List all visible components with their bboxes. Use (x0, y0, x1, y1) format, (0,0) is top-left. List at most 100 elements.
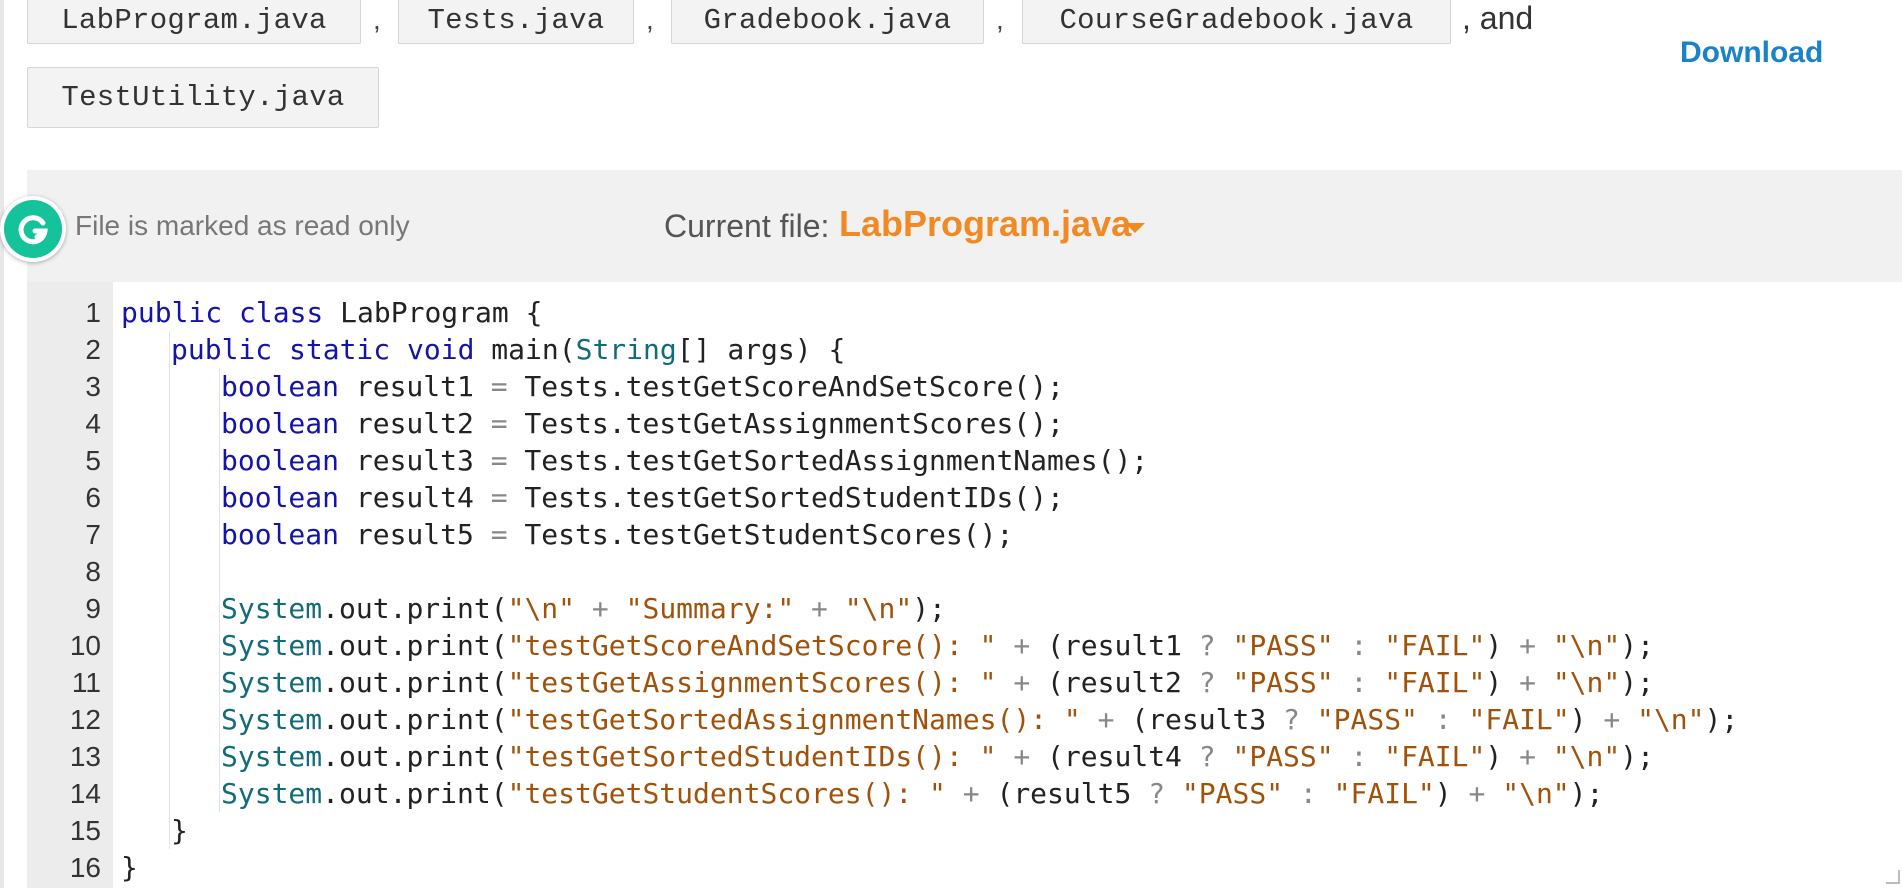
code-token: : (1283, 777, 1334, 810)
code-token: } (171, 814, 188, 847)
code-token: result2 (355, 407, 491, 440)
line-number: 13 (69, 741, 101, 772)
code-line: System.out.print("testGetAssignmentScore… (113, 664, 1902, 701)
code-token: "testGetAssignmentScores(): " (507, 666, 997, 699)
code-token: ) (1569, 703, 1587, 736)
code-token: public class (121, 296, 341, 329)
code-line: System.out.print("testGetSortedAssignmen… (113, 701, 1902, 738)
code-token: = (490, 407, 508, 440)
grammarly-g-glyph (18, 215, 48, 245)
code-token: main( (491, 333, 576, 366)
current-file-label: Current file: (664, 208, 830, 244)
line-number: 9 (85, 593, 101, 624)
file-name: TestUtility.java (61, 81, 345, 114)
indent-guide (169, 516, 170, 553)
code-line: System.out.print("testGetStudentScores()… (113, 775, 1902, 812)
code-token: .out.print( (322, 592, 508, 625)
code-token: System (221, 740, 323, 773)
code-token: ) (1485, 629, 1503, 662)
code-token: System (221, 592, 323, 625)
file-name: CourseGradebook.java (1059, 4, 1414, 37)
code-token: ? (1198, 629, 1216, 662)
file-chip-gradebook: Gradebook.java (671, 0, 984, 44)
code-editor-panel: File is marked as read only Current file… (27, 170, 1902, 888)
download-link[interactable]: Download (1680, 36, 1823, 70)
code-area[interactable]: public class LabProgram {public static v… (113, 282, 1902, 888)
code-text: boolean result4 = Tests.testGetSortedStu… (221, 479, 1064, 516)
line-number: 10 (69, 630, 101, 661)
code-line: System.out.print("\n" + "Summary:" + "\n… (113, 590, 1902, 627)
code-token: (result2 (1047, 666, 1199, 699)
code-token: boolean (221, 481, 356, 514)
indent-guide (219, 701, 220, 738)
indent-guide (219, 516, 220, 553)
line-number: 12 (69, 704, 101, 735)
grammarly-icon[interactable] (0, 196, 66, 262)
indent-guide (219, 775, 220, 812)
code-token: "\n" (1552, 629, 1621, 662)
code-token: boolean (221, 407, 356, 440)
chevron-down-icon[interactable] (1125, 223, 1145, 233)
code-line (113, 553, 1902, 590)
code-token: result1 (355, 370, 491, 403)
code-token: Tests.testGetScoreAndSetScore(); (507, 370, 1064, 403)
code-token: (result3 (1131, 703, 1284, 736)
code-token: "\n" (507, 592, 576, 625)
code-token: ); (912, 592, 946, 625)
indent-guide (169, 701, 170, 738)
code-token: ) (1434, 777, 1452, 810)
code-token: "FAIL" (1384, 666, 1486, 699)
code-line: boolean result4 = Tests.testGetSortedStu… (113, 479, 1902, 516)
code-token: Tests.testGetSortedStudentIDs(); (507, 481, 1064, 514)
code-token: "testGetStudentScores(): " (507, 777, 946, 810)
code-token: ? (1198, 740, 1216, 773)
code-line: boolean result5 = Tests.testGetStudentSc… (113, 516, 1902, 553)
separator: , (996, 4, 1004, 35)
code-token: Tests.testGetSortedAssignmentNames(); (507, 444, 1149, 477)
separator: , (373, 4, 381, 35)
resize-grip-icon[interactable] (1886, 870, 1900, 884)
code-token: + (1080, 703, 1132, 736)
indent-guide (169, 442, 170, 479)
code-token: ) (1485, 740, 1503, 773)
code-token: (result1 (1047, 629, 1199, 662)
code-token: Tests.testGetAssignmentScores(); (507, 407, 1064, 440)
code-token: } (121, 851, 138, 884)
code-token: [] args) { (676, 333, 846, 366)
code-line: boolean result1 = Tests.testGetScoreAndS… (113, 368, 1902, 405)
code-token: = (490, 370, 508, 403)
code-line: public static void main(String[] args) { (113, 331, 1902, 368)
indent-guide (219, 664, 220, 701)
code-token: "FAIL" (1333, 777, 1435, 810)
indent-guide (219, 590, 220, 627)
code-token: ? (1148, 777, 1166, 810)
separator: , (646, 4, 654, 35)
code-token: "testGetScoreAndSetScore(): " (507, 629, 997, 662)
code-token: ); (1620, 666, 1654, 699)
code-token: + (996, 666, 1048, 699)
current-file-dropdown[interactable]: LabProgram.java (839, 203, 1131, 245)
code-token: "\n" (1502, 777, 1570, 810)
code-token: ); (1569, 777, 1604, 810)
code-text: boolean result1 = Tests.testGetScoreAndS… (221, 368, 1064, 405)
indent-guide (219, 405, 220, 442)
indent-guide (169, 590, 170, 627)
code-token: "PASS" (1181, 777, 1284, 810)
line-number-gutter: 1 2 3 4 5 6 7 8 9 10 11 12 13 14 15 16 (27, 282, 113, 888)
indent-guide (169, 331, 170, 368)
code-token: : (1333, 740, 1385, 773)
file-name: LabProgram.java (61, 4, 327, 37)
code-token: = (490, 481, 508, 514)
code-text: boolean result5 = Tests.testGetStudentSc… (221, 516, 1013, 553)
code-token: "\n" (1552, 666, 1621, 699)
code-token: .out.print( (322, 703, 508, 736)
code-text: public static void main(String[] args) { (171, 331, 845, 368)
code-token: ) (1485, 666, 1503, 699)
code-token: "PASS" (1316, 703, 1418, 736)
code-token: System (221, 629, 323, 662)
line-number: 14 (69, 778, 101, 809)
line-number: 16 (69, 852, 101, 883)
code-token: boolean (221, 518, 356, 551)
